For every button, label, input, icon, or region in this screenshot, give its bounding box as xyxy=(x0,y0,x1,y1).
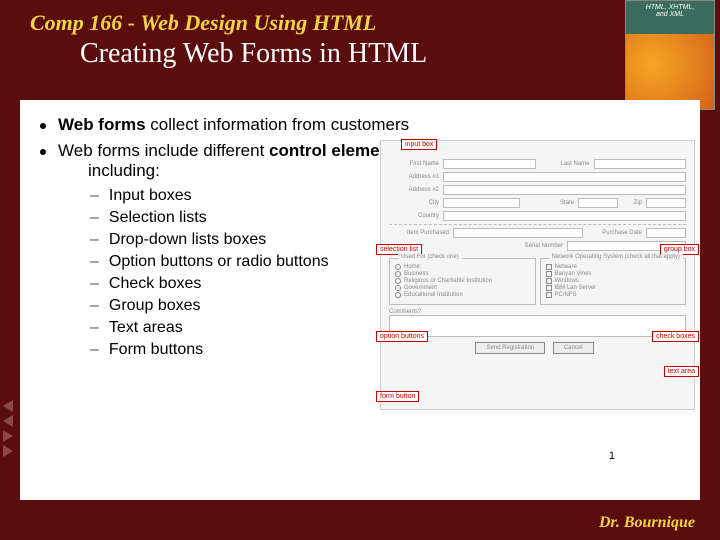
sub-6-text: Group boxes xyxy=(109,297,201,315)
chk-pcnfs: PC/NFS xyxy=(555,292,577,298)
opt-gov: Government xyxy=(404,285,437,291)
fd-addr2: Address #2 xyxy=(389,187,439,193)
fd-zip: Zip xyxy=(622,200,642,206)
page-number: 1 xyxy=(609,450,615,462)
bullet-1-bold: Web forms xyxy=(58,115,146,134)
fd-send-btn: Send Registration xyxy=(475,342,545,354)
sub-8-text: Form buttons xyxy=(109,341,203,359)
bullet-1-text: collect information from customers xyxy=(146,115,410,134)
chk-ibm: IBM Lan Server xyxy=(555,285,597,291)
fd-addr1: Address #1 xyxy=(389,174,439,180)
fd-city: City xyxy=(389,200,439,206)
form-diagram: input box selection list option buttons … xyxy=(380,140,695,410)
callout-checkboxes: check boxes xyxy=(652,331,699,342)
sub-2-text: Selection lists xyxy=(109,209,207,227)
bullet-1: Web forms collect information from custo… xyxy=(40,115,680,135)
sub-3-text: Drop-down lists boxes xyxy=(109,231,266,249)
fd-state: State xyxy=(524,200,574,206)
fd-item: Item Purchased xyxy=(389,230,449,236)
nav-next-icon[interactable] xyxy=(3,430,13,442)
author-label: Dr. Bournique xyxy=(599,514,695,532)
callout-formbutton: form button xyxy=(376,391,419,402)
book-cover-image: HTML, XHTML, and XML xyxy=(625,0,715,110)
fd-comments: Comments? xyxy=(389,309,421,315)
chk-windows: Windows xyxy=(555,278,579,284)
content-panel: Web forms collect information from custo… xyxy=(20,100,700,500)
sub-4-text: Option buttons or radio buttons xyxy=(109,253,329,271)
callout-textarea: text area xyxy=(664,366,699,377)
nav-prev-icon-2[interactable] xyxy=(3,415,13,427)
callout-optionbuttons: option buttons xyxy=(376,331,428,342)
fd-cancel-btn: Cancel xyxy=(553,342,594,354)
fd-country: Country xyxy=(389,213,439,219)
book-title-line2: and XML xyxy=(626,11,714,18)
sub-7-text: Text areas xyxy=(109,319,183,337)
opt-business: Business xyxy=(404,271,428,277)
opt-home: Home xyxy=(404,264,420,270)
sub-5-text: Check boxes xyxy=(109,275,202,293)
nav-next-icon-2[interactable] xyxy=(3,445,13,457)
fd-netos: Network Operating System (check all that… xyxy=(549,254,683,260)
sub-1-text: Input boxes xyxy=(109,187,192,205)
callout-inputbox: input box xyxy=(401,139,437,150)
nav-arrows[interactable] xyxy=(3,400,13,460)
fd-lastname: Last Name xyxy=(540,161,590,167)
bullet-2-pre: Web forms include different xyxy=(58,141,269,160)
fd-pdate: Purchase Date xyxy=(587,230,642,236)
fd-firstname: First Name xyxy=(389,161,439,167)
book-title-line1: HTML, XHTML, xyxy=(626,4,714,11)
opt-edu: Educational Institution xyxy=(404,292,463,298)
fd-usedfor: Used For (check one) xyxy=(398,254,462,260)
opt-religious: Religious or Charitable Institution xyxy=(404,278,492,284)
nav-prev-icon[interactable] xyxy=(3,400,13,412)
chk-netware: Netware xyxy=(555,264,577,270)
fd-serial: Serial Number xyxy=(508,243,563,249)
bullet-2-post: including: xyxy=(88,161,160,180)
page-title: Creating Web Forms in HTML xyxy=(80,38,700,70)
course-label: Comp 166 - Web Design Using HTML xyxy=(30,10,700,36)
chk-banyan: Banyan Vines xyxy=(555,271,592,277)
